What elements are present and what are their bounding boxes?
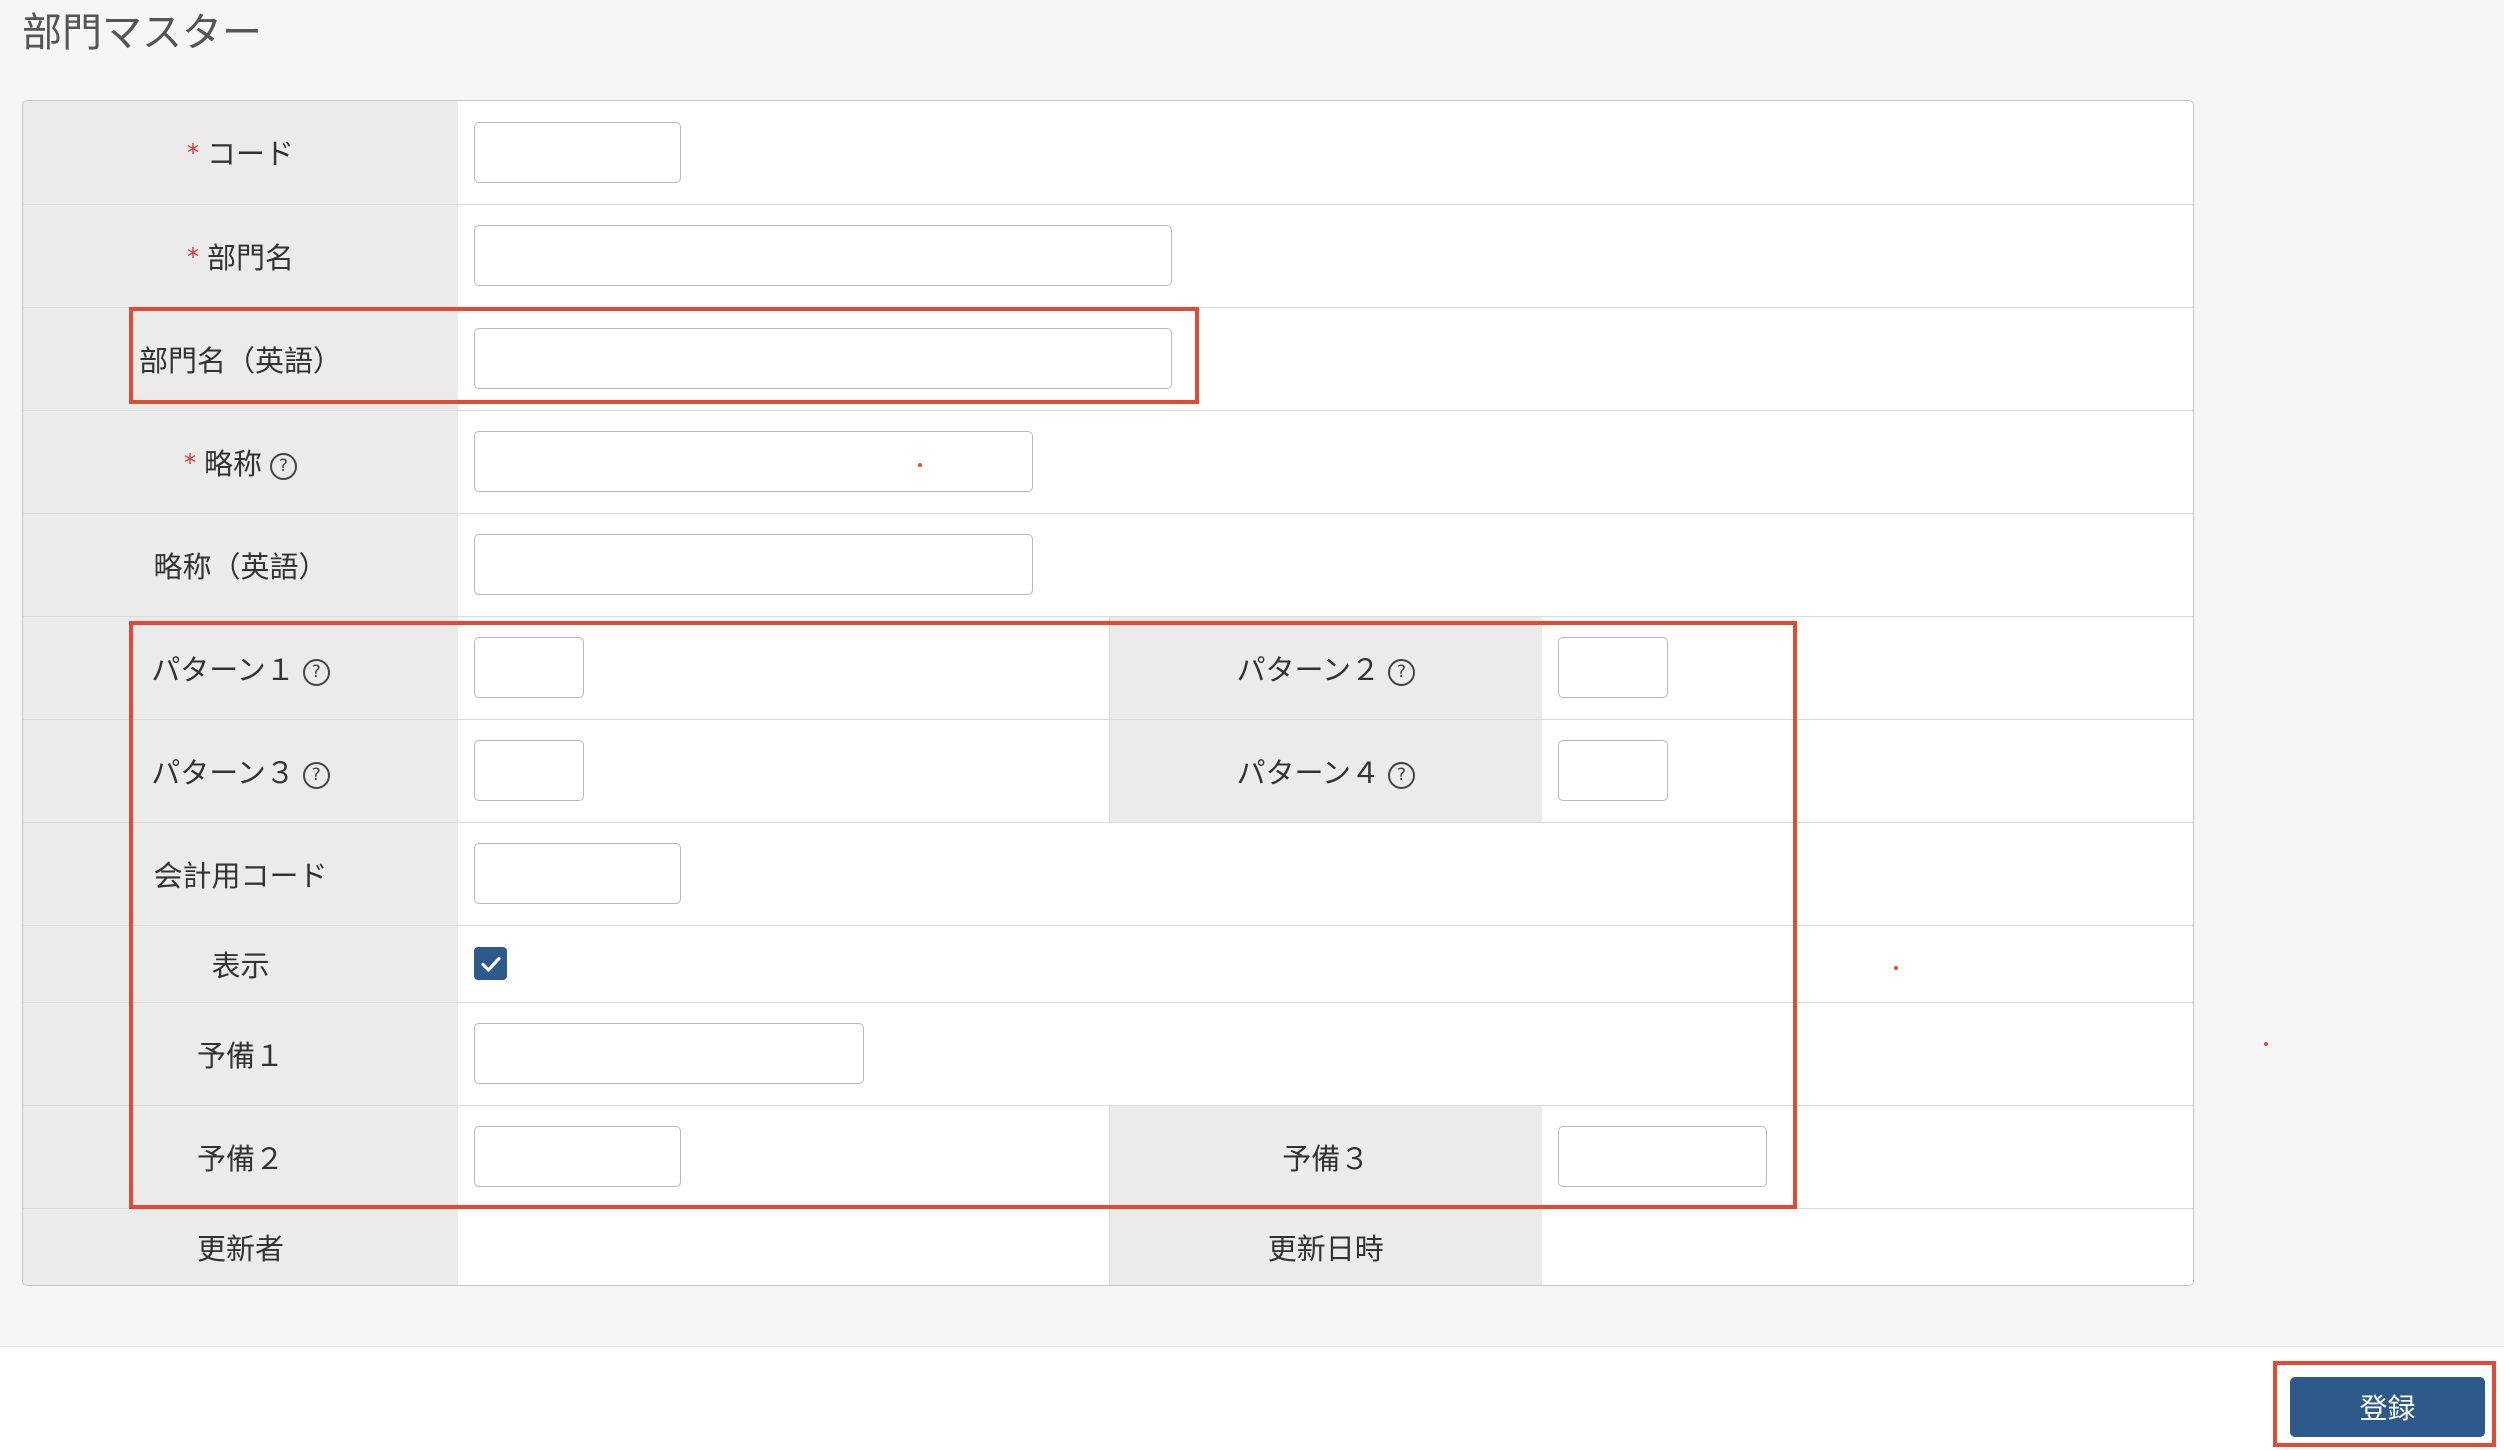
accounting-code-input[interactable] [474, 843, 681, 904]
reserve3-input[interactable] [1558, 1126, 1767, 1187]
label-code: コード [206, 137, 294, 172]
annotation-dot [1894, 966, 1898, 970]
label-abbr-en: 略称（英語） [153, 549, 328, 584]
value-cell-pattern1 [458, 615, 1110, 719]
value-cell-reserve3 [1542, 1104, 2193, 1208]
abbreviation-en-input[interactable] [474, 534, 1033, 595]
department-form: * コード * 部門名 部門名（英語） * 略称 ? 略称（英語） パターン１ … [22, 100, 2194, 1286]
value-cell-name-en [458, 306, 2193, 410]
row-code: * コード [23, 101, 2193, 204]
pattern3-input[interactable] [474, 740, 584, 801]
value-cell-pattern3 [458, 718, 1110, 822]
pattern4-input[interactable] [1558, 740, 1668, 801]
label-cell-reserve1: 予備１ [23, 1001, 458, 1105]
value-cell-abbr [458, 409, 2193, 513]
footer-bar [0, 1346, 2504, 1450]
value-cell-updated-at [1542, 1207, 2193, 1285]
abbreviation-input[interactable] [474, 431, 1033, 492]
required-mark: * [186, 139, 199, 168]
department-form-table: * コード * 部門名 部門名（英語） * 略称 ? 略称（英語） パターン１ … [23, 101, 2193, 1285]
label-cell-accounting-code: 会計用コード [23, 821, 458, 925]
pattern1-input[interactable] [474, 637, 584, 698]
label-cell-pattern4: パターン４? [1109, 718, 1542, 822]
row-name: * 部門名 [23, 203, 2193, 307]
help-circle-icon[interactable]: ? [1388, 761, 1416, 789]
value-cell-reserve1 [458, 1001, 2193, 1105]
label-cell-name-en: 部門名（英語） [23, 306, 458, 410]
value-cell-code [458, 101, 2193, 204]
reserve2-input[interactable] [474, 1126, 681, 1187]
annotation-dot [918, 463, 922, 467]
label-cell-abbr: * 略称? [23, 409, 458, 513]
register-button[interactable]: 登録 [2290, 1377, 2485, 1437]
label-abbr: 略称 [203, 446, 262, 481]
reserve1-input[interactable] [474, 1023, 864, 1084]
row-accounting-code: 会計用コード [23, 821, 2193, 925]
label-cell-pattern1: パターン１? [23, 615, 458, 719]
label-cell-updated-at: 更新日時 [1109, 1207, 1542, 1285]
value-cell-abbr-en [458, 512, 2193, 616]
row-name-en: 部門名（英語） [23, 306, 2193, 410]
label-cell-name: * 部門名 [23, 203, 458, 307]
label-cell-pattern2: パターン２? [1109, 615, 1542, 719]
label-cell-updated-by: 更新者 [23, 1207, 458, 1285]
row-abbr-en: 略称（英語） [23, 512, 2193, 616]
label-accounting-code: 会計用コード [153, 858, 328, 893]
row-updated: 更新者 更新日時 [23, 1207, 2193, 1285]
page-title: 部門マスター [22, 10, 262, 56]
code-input[interactable] [474, 121, 681, 183]
label-cell-abbr-en: 略称（英語） [23, 512, 458, 616]
label-cell-reserve3: 予備３ [1109, 1104, 1542, 1208]
row-pattern-1-2: パターン１? パターン２? [23, 615, 2193, 719]
label-updated-at: 更新日時 [1267, 1231, 1384, 1266]
label-updated-by: 更新者 [196, 1231, 284, 1266]
label-name: 部門名 [206, 240, 294, 275]
value-cell-name [458, 203, 2193, 307]
value-cell-pattern4 [1542, 718, 2193, 822]
help-circle-icon[interactable]: ? [302, 658, 330, 686]
label-reserve2: 予備２ [196, 1141, 284, 1176]
row-reserve-2-3: 予備２ 予備３ [23, 1104, 2193, 1208]
display-checkbox[interactable] [474, 947, 507, 980]
label-cell-code: * コード [23, 101, 458, 204]
required-mark: * [183, 448, 196, 477]
label-pattern4: パターン４ [1236, 755, 1381, 790]
label-pattern3: パターン３ [151, 755, 295, 790]
help-circle-icon[interactable]: ? [302, 761, 330, 789]
row-reserve1: 予備１ [23, 1001, 2193, 1105]
label-cell-display: 表示 [23, 924, 458, 1002]
label-reserve1: 予備１ [196, 1038, 284, 1073]
label-display: 表示 [211, 948, 270, 983]
label-cell-reserve2: 予備２ [23, 1104, 458, 1208]
row-display: 表示 [23, 924, 2193, 1002]
row-abbr: * 略称? [23, 409, 2193, 513]
value-cell-pattern2 [1542, 615, 2193, 719]
value-cell-updated-by [458, 1207, 1110, 1285]
check-icon [480, 956, 501, 972]
row-pattern-3-4: パターン３? パターン４? [23, 718, 2193, 822]
value-cell-accounting-code [458, 821, 2193, 925]
annotation-dot [2264, 1042, 2268, 1046]
required-mark: * [186, 242, 199, 271]
help-circle-icon[interactable]: ? [270, 452, 297, 480]
label-name-en: 部門名（英語） [138, 343, 342, 378]
label-cell-pattern3: パターン３? [23, 718, 458, 822]
value-cell-reserve2 [458, 1104, 1110, 1208]
label-pattern1: パターン１ [151, 652, 295, 687]
label-pattern2: パターン２ [1236, 652, 1381, 687]
value-cell-display [458, 924, 2193, 1002]
label-reserve3: 予備３ [1282, 1141, 1370, 1176]
pattern2-input[interactable] [1558, 637, 1668, 698]
department-name-en-input[interactable] [474, 328, 1172, 389]
help-circle-icon[interactable]: ? [1388, 658, 1416, 686]
department-name-input[interactable] [474, 225, 1172, 286]
